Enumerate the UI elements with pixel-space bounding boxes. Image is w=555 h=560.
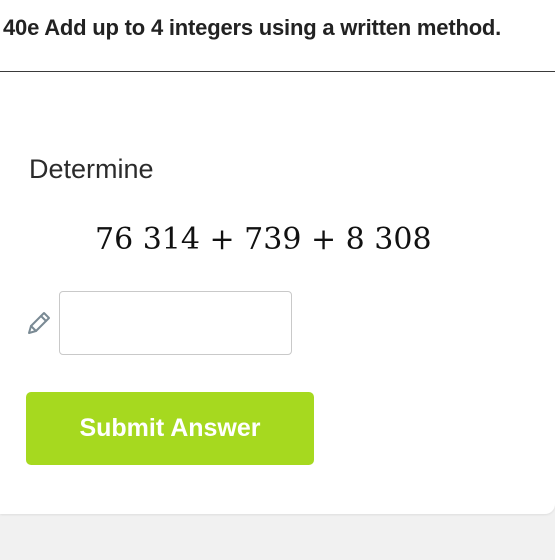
submit-answer-button[interactable]: Submit Answer xyxy=(26,392,314,465)
page-title: 40e Add up to 4 integers using a written… xyxy=(3,15,502,40)
question-prompt: Determine xyxy=(29,154,154,184)
pencil-icon xyxy=(28,312,50,334)
title-divider xyxy=(0,71,555,72)
math-expression: 76 314 + 739 + 8 308 xyxy=(95,222,432,257)
question-card: 40e Add up to 4 integers using a written… xyxy=(0,0,555,514)
answer-input[interactable] xyxy=(59,291,292,355)
